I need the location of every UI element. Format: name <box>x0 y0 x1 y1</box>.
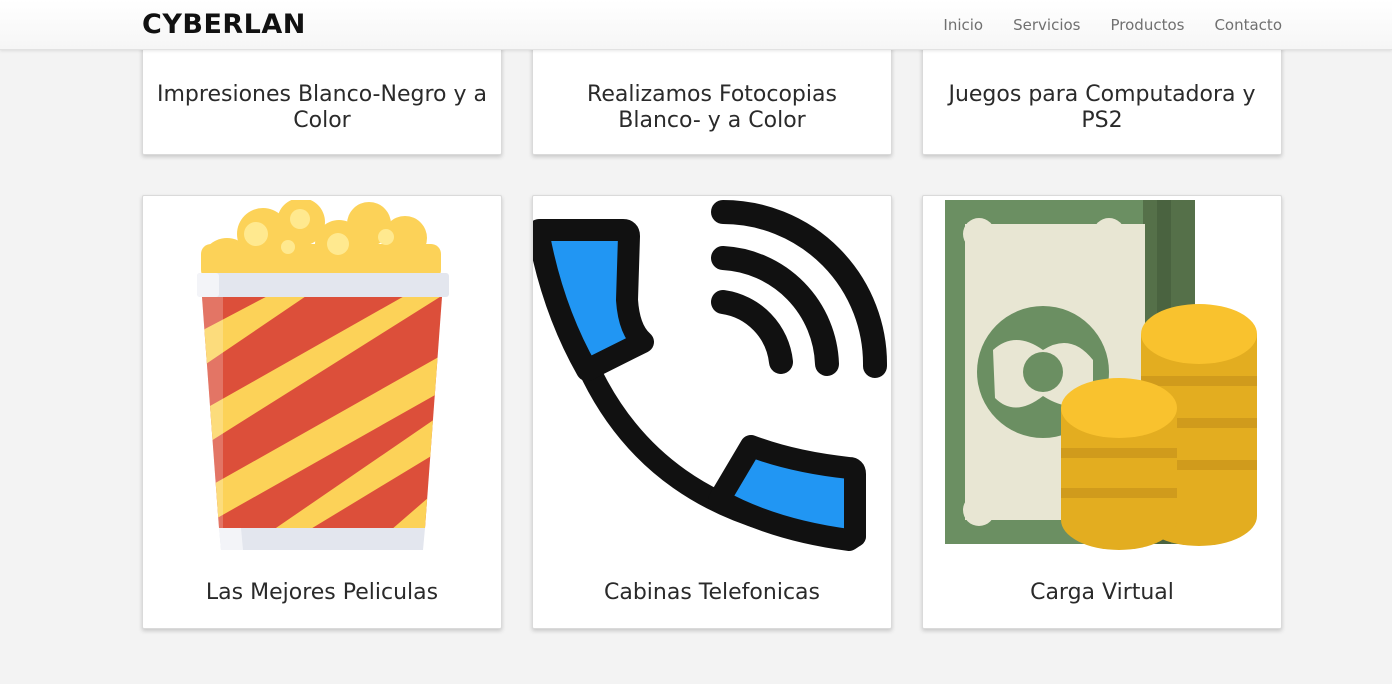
money-coins-icon <box>923 200 1281 552</box>
service-card-impresiones[interactable]: Impresiones Blanco-Negro y a Color <box>142 40 502 155</box>
phone-call-icon <box>533 200 891 552</box>
service-card-fotocopias[interactable]: Realizamos Fotocopias Blanco- y a Color <box>532 40 892 155</box>
page: CYBERLAN Inicio Servicios Productos Cont… <box>0 0 1392 684</box>
nav-link-contacto[interactable]: Contacto <box>1214 16 1282 34</box>
card-title: Realizamos Fotocopias Blanco- y a Color <box>587 82 837 133</box>
card-title: Cabinas Telefonicas <box>604 580 820 605</box>
nav-link-productos[interactable]: Productos <box>1111 16 1185 34</box>
brand-logo[interactable]: CYBERLAN <box>142 9 306 40</box>
nav-link-inicio[interactable]: Inicio <box>943 16 983 34</box>
service-card-peliculas[interactable]: Las Mejores Peliculas <box>142 195 502 629</box>
service-card-carga-virtual[interactable]: Carga Virtual <box>922 195 1282 629</box>
popcorn-icon <box>143 200 501 552</box>
navbar: CYBERLAN Inicio Servicios Productos Cont… <box>0 0 1392 50</box>
service-card-juegos[interactable]: Juegos para Computadora y PS2 <box>922 40 1282 155</box>
card-title: Impresiones Blanco-Negro y a Color <box>157 82 487 133</box>
nav-link-servicios[interactable]: Servicios <box>1013 16 1080 34</box>
card-title: Carga Virtual <box>1030 580 1174 605</box>
card-title: Juegos para Computadora y PS2 <box>948 82 1256 133</box>
service-card-cabinas[interactable]: Cabinas Telefonicas <box>532 195 892 629</box>
card-title: Las Mejores Peliculas <box>205 580 439 605</box>
nav-menu: Inicio Servicios Productos Contacto <box>943 16 1282 34</box>
